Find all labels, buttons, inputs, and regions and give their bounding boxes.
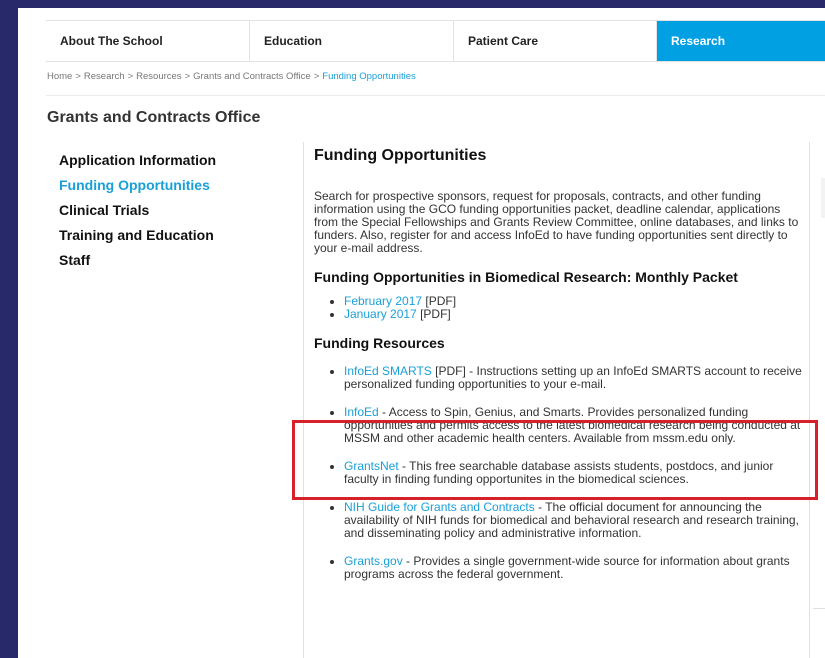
divider xyxy=(813,608,825,609)
breadcrumb-home[interactable]: Home xyxy=(47,71,72,82)
nav-patient-care[interactable]: Patient Care xyxy=(454,21,657,61)
packet-heading: Funding Opportunities in Biomedical Rese… xyxy=(314,269,738,285)
resource-link-grants-gov[interactable]: Grants.gov xyxy=(344,554,403,568)
nav-about-the-school[interactable]: About The School xyxy=(46,21,250,61)
sidebar-item-clinical-trials[interactable]: Clinical Trials xyxy=(59,201,279,226)
packet-link-february-2017[interactable]: February 2017 xyxy=(344,294,422,308)
right-panel-edge xyxy=(821,178,825,218)
pdf-label: [PDF] xyxy=(416,307,451,321)
sidebar-item-funding-opportunities[interactable]: Funding Opportunities xyxy=(59,176,279,201)
resource-description: - This free searchable database assists … xyxy=(344,459,774,486)
resources-heading: Funding Resources xyxy=(314,335,445,351)
breadcrumb-separator: > xyxy=(75,71,81,82)
breadcrumb-resources[interactable]: Resources xyxy=(136,71,181,82)
top-nav: About The School Education Patient Care … xyxy=(46,20,825,62)
resource-link-grantsnet[interactable]: GrantsNet xyxy=(344,459,399,473)
packet-list: February 2017 [PDF] January 2017 [PDF] xyxy=(314,295,809,321)
resource-description: - Access to Spin, Genius, and Smarts. Pr… xyxy=(344,405,801,445)
list-item: January 2017 [PDF] xyxy=(344,308,809,321)
pdf-label: [PDF] xyxy=(422,294,457,308)
intro-paragraph: Search for prospective sponsors, request… xyxy=(314,189,799,255)
resources-list: InfoEd SMARTS [PDF] - Instructions setti… xyxy=(314,365,809,581)
breadcrumb-current[interactable]: Funding Opportunities xyxy=(322,71,415,82)
divider xyxy=(46,95,825,96)
breadcrumb-separator: > xyxy=(313,71,320,82)
resource-link-infoed-smarts[interactable]: InfoEd SMARTS xyxy=(344,364,432,378)
breadcrumb-research[interactable]: Research xyxy=(84,71,125,82)
nav-education[interactable]: Education xyxy=(250,21,454,61)
packet-link-january-2017[interactable]: January 2017 xyxy=(344,307,417,321)
page: About The School Education Patient Care … xyxy=(18,8,825,658)
resource-link-infoed[interactable]: InfoEd xyxy=(344,405,379,419)
list-item: NIH Guide for Grants and Contracts - The… xyxy=(344,501,809,540)
main-content: Funding Opportunities Search for prospec… xyxy=(303,142,810,658)
nav-research[interactable]: Research xyxy=(657,21,825,61)
list-item: InfoEd - Access to Spin, Genius, and Sma… xyxy=(344,406,809,445)
sidebar: Application Information Funding Opportun… xyxy=(59,151,279,276)
breadcrumb-grants-office[interactable]: Grants and Contracts Office xyxy=(193,71,311,82)
sidebar-item-staff[interactable]: Staff xyxy=(59,251,279,276)
sidebar-item-training-and-education[interactable]: Training and Education xyxy=(59,226,279,251)
resource-link-nih-guide[interactable]: NIH Guide for Grants and Contracts xyxy=(344,500,535,514)
list-item: InfoEd SMARTS [PDF] - Instructions setti… xyxy=(344,365,809,391)
breadcrumb-separator: > xyxy=(184,71,191,82)
breadcrumb-separator: > xyxy=(127,71,134,82)
resource-description: - Provides a single government-wide sour… xyxy=(344,554,790,581)
list-item: Grants.gov - Provides a single governmen… xyxy=(344,555,809,581)
list-item: GrantsNet - This free searchable databas… xyxy=(344,460,809,486)
breadcrumb: Home > Research > Resources > Grants and Contr… xyxy=(47,71,416,82)
page-title: Funding Opportunities xyxy=(314,147,487,164)
section-title: Grants and Contracts Office xyxy=(47,109,261,126)
sidebar-item-application-information[interactable]: Application Information xyxy=(59,151,279,176)
